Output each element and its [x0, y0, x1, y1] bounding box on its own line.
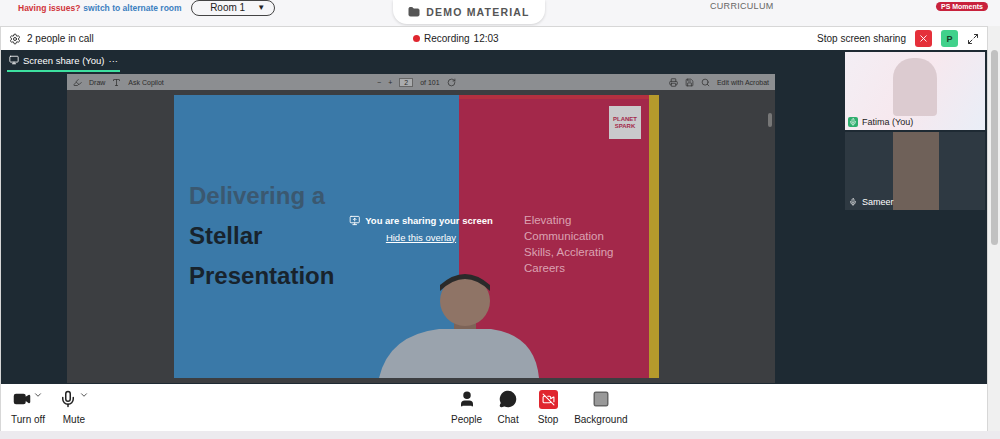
top-right: CURRICULUM PS Moments	[545, 0, 1000, 12]
background-control[interactable]: Background	[574, 390, 627, 425]
screen-share-tab[interactable]: Screen share (You)···	[7, 50, 120, 72]
background-icon	[592, 390, 610, 408]
save-icon[interactable]	[685, 78, 694, 87]
call-window: 2 people in call Recording12:03 Stop scree…	[0, 26, 988, 431]
stage: Screen share (You)··· Draw Ask Copilot −+2o…	[1, 50, 845, 384]
notice: Having issues?switch to alternate room	[18, 3, 182, 13]
notice-text: Having issues?	[18, 3, 80, 13]
alternate-room-link[interactable]: switch to alternate room	[83, 3, 181, 13]
draw-tool[interactable]: Draw	[89, 79, 105, 86]
text-icon[interactable]	[112, 78, 121, 87]
control-bar: Turn off Mute People Chat Stop Background	[1, 384, 987, 431]
page-scrollbar	[988, 26, 1000, 431]
chevron-down-icon[interactable]	[33, 390, 43, 400]
mic-status	[848, 197, 858, 207]
rotate-icon[interactable]	[447, 78, 456, 87]
page-count: of 101	[420, 79, 439, 86]
stop-control[interactable]: Stop	[534, 390, 562, 425]
participant-name: Fatima (You)	[848, 117, 913, 127]
slide-tagline-line: Skills, Acclerating	[524, 244, 649, 260]
recording-status: Recording12:03	[413, 33, 499, 44]
screen-icon	[9, 55, 19, 65]
top-bar: Having issues?switch to alternate room Ro…	[0, 0, 1000, 26]
room-dropdown[interactable]: Room 1▼	[191, 0, 275, 16]
top-left: Having issues?switch to alternate room Ro…	[0, 0, 393, 15]
demo-material-tab[interactable]: DEMO MATERIAL	[393, 0, 545, 24]
main-row: 2 people in call Recording12:03 Stop scree…	[0, 26, 1000, 431]
participant-sidebar: Fatima (You) Sameer	[845, 50, 987, 384]
slide-logo: PLANETSPARK	[609, 106, 641, 139]
people-control[interactable]: People	[451, 390, 482, 425]
slide-title-line: Presentation	[189, 256, 459, 296]
video-feed	[893, 58, 937, 116]
call-main: Screen share (You)··· Draw Ask Copilot −+2o…	[1, 50, 987, 384]
control-label: Stop	[538, 414, 559, 425]
scrollbar-thumb[interactable]	[991, 50, 998, 245]
search-icon[interactable]	[701, 78, 710, 87]
people-icon	[458, 390, 476, 408]
participant-name: Sameer	[848, 197, 894, 207]
chevron-down-icon[interactable]	[79, 390, 89, 400]
bottom-strip	[0, 431, 1000, 439]
stop-video-icon	[539, 390, 558, 409]
share-screen-icon	[349, 215, 360, 226]
avatar-button[interactable]: P	[941, 30, 958, 47]
call-header: 2 people in call Recording12:03 Stop scree…	[1, 27, 987, 50]
zoom-out-button[interactable]: −	[377, 79, 381, 86]
curriculum-link[interactable]: CURRICULUM	[710, 1, 774, 11]
zoom-in-button[interactable]: +	[388, 79, 392, 86]
folder-icon	[408, 6, 420, 18]
pdf-toolbar: Draw Ask Copilot −+2 of 101 Edit with Acroba…	[67, 74, 775, 90]
sharing-message: You are sharing your screen	[349, 215, 493, 226]
stop-sharing-label[interactable]: Stop screen sharing	[817, 33, 906, 44]
page-field[interactable]: 2	[399, 78, 413, 87]
pdf-scrollbar[interactable]	[768, 113, 772, 127]
mic-control[interactable]: Mute	[59, 390, 89, 425]
stop-sharing-button[interactable]	[915, 30, 932, 47]
sharing-overlay: You are sharing your screen Hide this ove…	[349, 215, 493, 243]
page: Having issues?switch to alternate room Ro…	[0, 0, 1000, 439]
slide-tagline-line: Elevating	[524, 212, 649, 228]
camera-icon	[13, 390, 31, 408]
mic-status	[848, 117, 858, 127]
control-label: Mute	[63, 414, 85, 425]
print-icon[interactable]	[669, 78, 678, 87]
edit-acrobat-button[interactable]: Edit with Acrobat	[717, 79, 769, 86]
slide-tagline-line: Communication	[524, 228, 649, 244]
slide-title-line: Delivering a	[189, 176, 459, 216]
chat-control[interactable]: Chat	[494, 390, 522, 425]
participant-tile[interactable]: Fatima (You)	[845, 52, 985, 130]
gear-icon[interactable]	[9, 33, 21, 45]
moments-badge[interactable]: PS Moments	[936, 2, 988, 11]
share-row: Draw Ask Copilot −+2 of 101 Edit with Acroba…	[1, 72, 845, 384]
chat-icon	[499, 390, 517, 408]
control-label: Chat	[498, 414, 519, 425]
control-label: People	[451, 414, 482, 425]
stage-tab-bar: Screen share (You)···	[1, 50, 845, 72]
microphone-icon	[849, 118, 857, 126]
expand-icon[interactable]	[967, 33, 979, 45]
shared-screen: Draw Ask Copilot −+2 of 101 Edit with Acroba…	[67, 74, 775, 383]
control-label: Background	[574, 414, 627, 425]
dropdown-arrow: ▼	[257, 3, 265, 12]
copilot-button[interactable]: Ask Copilot	[128, 79, 163, 86]
slide-edge-strip	[649, 95, 659, 378]
microphone-icon	[849, 198, 857, 206]
highlight-icon[interactable]	[73, 78, 82, 87]
microphone-icon	[59, 390, 77, 408]
participant-tile[interactable]: Sameer	[845, 132, 985, 210]
video-feed	[893, 132, 939, 210]
call-controls: People Chat Stop Background	[451, 390, 628, 425]
hide-overlay-link[interactable]: Hide this overlay	[386, 232, 456, 243]
recording-dot	[413, 35, 420, 42]
camera-control[interactable]: Turn off	[11, 390, 45, 425]
presenter-photo	[359, 273, 539, 378]
control-label: Turn off	[11, 414, 45, 425]
people-count: 2 people in call	[27, 33, 94, 44]
media-controls: Turn off Mute	[1, 390, 451, 425]
slide-tagline-line: Careers	[524, 260, 649, 276]
tab-menu[interactable]: ···	[109, 55, 119, 66]
